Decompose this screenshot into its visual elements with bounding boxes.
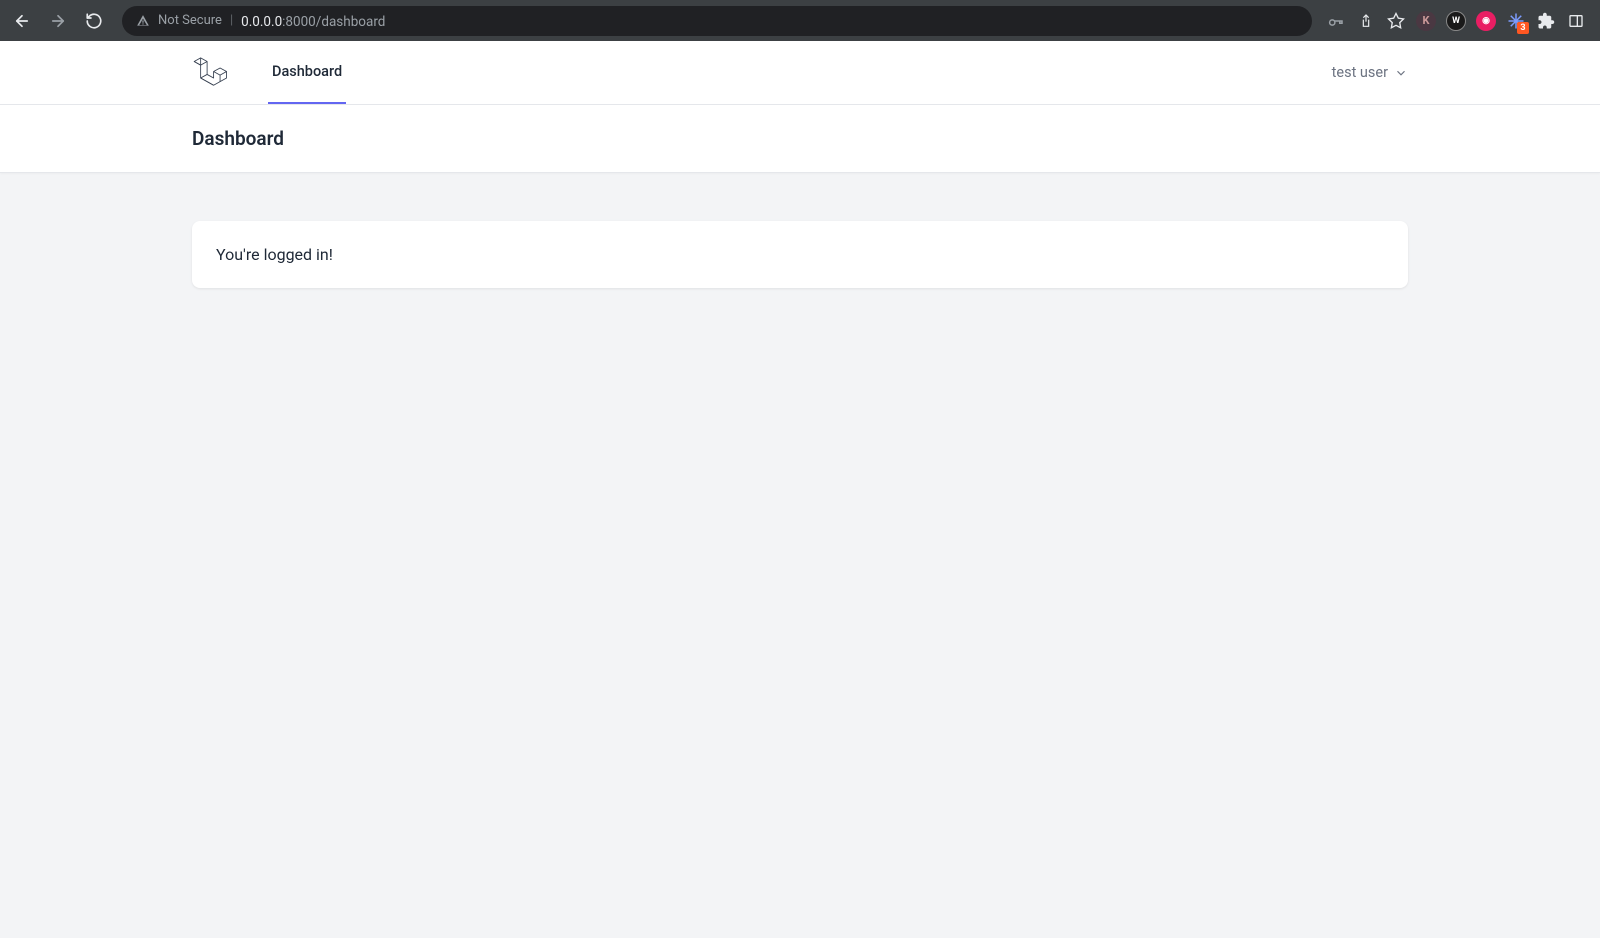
user-menu[interactable]: test user [1332, 64, 1408, 81]
bookmark-icon[interactable] [1386, 11, 1406, 31]
address-bar[interactable]: Not Secure | 0.0.0.0:8000/dashboard [122, 6, 1312, 36]
url-path: :8000/dashboard [282, 14, 385, 30]
extension-badge-count: 3 [1517, 22, 1529, 34]
key-icon[interactable] [1326, 11, 1346, 31]
reload-button[interactable] [80, 7, 108, 35]
forward-button[interactable] [44, 7, 72, 35]
divider: | [230, 13, 233, 28]
nav-link-label: Dashboard [272, 63, 342, 80]
nav-link-dashboard[interactable]: Dashboard [268, 41, 346, 104]
chrome-actions: K W ◉ 3 [1320, 11, 1592, 31]
extension-o[interactable]: ◉ [1476, 11, 1496, 31]
welcome-card: You're logged in! [192, 221, 1408, 288]
main-content: You're logged in! [160, 173, 1440, 336]
page-header: Dashboard [0, 105, 1600, 173]
not-secure-label: Not Secure [158, 13, 222, 28]
share-icon[interactable] [1356, 11, 1376, 31]
user-name: test user [1332, 64, 1388, 81]
chevron-down-icon [1394, 66, 1408, 80]
app-nav: Dashboard test user [0, 41, 1600, 105]
extension-k[interactable]: K [1416, 11, 1436, 31]
security-indicator[interactable]: Not Secure [136, 13, 222, 28]
extension-w[interactable]: W [1446, 11, 1466, 31]
extension-snowflake[interactable]: 3 [1506, 11, 1526, 31]
page-title: Dashboard [192, 127, 1408, 150]
laravel-logo[interactable] [192, 55, 228, 91]
url-host: 0.0.0.0 [241, 14, 282, 30]
extensions-icon[interactable] [1536, 11, 1556, 31]
back-button[interactable] [8, 7, 36, 35]
browser-chrome: Not Secure | 0.0.0.0:8000/dashboard K W … [0, 0, 1600, 41]
warning-icon [136, 14, 150, 28]
panel-icon[interactable] [1566, 11, 1586, 31]
logged-in-message: You're logged in! [216, 245, 1384, 264]
url-display: 0.0.0.0:8000/dashboard [241, 11, 385, 30]
